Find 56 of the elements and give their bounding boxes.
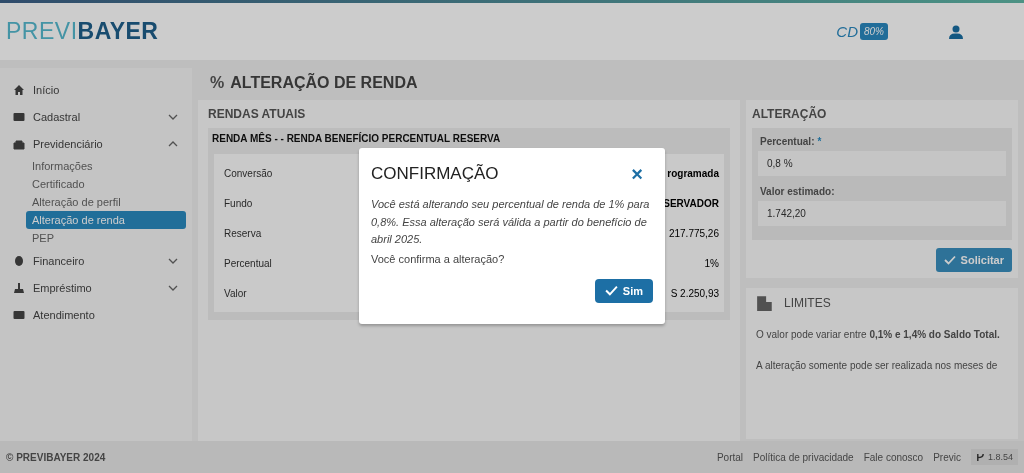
row-value: SERVADOR bbox=[663, 197, 719, 209]
sidebar-item[interactable]: Cadastral bbox=[0, 103, 192, 130]
row-value: 1% bbox=[704, 257, 719, 269]
footer-link[interactable]: Política de privacidade bbox=[753, 451, 854, 463]
footer-link[interactable]: Portal bbox=[716, 451, 744, 463]
check-icon bbox=[943, 255, 956, 265]
row-label: Fundo bbox=[224, 197, 253, 209]
chevron-icon bbox=[168, 140, 178, 147]
panel-title: LIMITES bbox=[784, 296, 831, 310]
input-field[interactable]: 0,8 % bbox=[758, 151, 1006, 176]
panel-title: ALTERAÇÃO bbox=[752, 105, 828, 123]
field-label: Percentual: bbox=[760, 136, 815, 147]
submenu-item[interactable]: Alteração de perfil bbox=[26, 193, 186, 211]
dialog-message: Você está alterando seu percentual de renda de 1% para 0,8%. Essa alteração será válida a partir do benefício de abril 2025. bbox=[371, 197, 651, 248]
sidebar-item[interactable]: Financeiro bbox=[0, 247, 192, 274]
sidebar-item[interactable]: Previdenciário bbox=[0, 130, 192, 157]
dialog-question: Você confirma a alteração? bbox=[371, 252, 506, 265]
sidebar-item[interactable]: Início bbox=[0, 76, 192, 103]
limits-text: O valor pode variar entre 0,1% e 1,4% do Saldo Total. bbox=[756, 328, 1001, 342]
dialog-title: CONFIRMAÇÃO bbox=[371, 164, 499, 184]
copyright: © PREVIBAYER 2024 bbox=[6, 451, 106, 463]
solicitar-button[interactable]: Solicitar bbox=[935, 248, 1012, 272]
page-title: ALTERAÇÃO DE RENDA bbox=[230, 74, 418, 92]
footer-link[interactable]: Previc bbox=[933, 451, 961, 463]
logo: PREVIBAYER bbox=[6, 18, 159, 45]
row-label: Valor bbox=[224, 287, 247, 299]
submenu-item[interactable]: Informações bbox=[26, 157, 186, 175]
version-badge: 1.8.54 bbox=[970, 449, 1018, 465]
panel-title: RENDAS ATUAIS bbox=[208, 106, 307, 123]
row-label: Reserva bbox=[224, 227, 262, 239]
user-icon[interactable] bbox=[948, 23, 964, 40]
sidebar-item[interactable]: Atendimento bbox=[0, 301, 192, 328]
row-label: Percentual bbox=[224, 257, 272, 269]
confirm-button[interactable]: Sim bbox=[594, 278, 653, 303]
field-label: Valor estimado: bbox=[760, 186, 835, 197]
sidebar-item[interactable]: Empréstimo bbox=[0, 274, 192, 301]
percent-icon: % bbox=[210, 74, 225, 92]
row-value: S 2.250,93 bbox=[670, 287, 719, 299]
submenu-item[interactable]: PEP bbox=[26, 229, 186, 247]
footer-link[interactable]: Fale conosco bbox=[863, 451, 924, 463]
chevron-icon bbox=[168, 113, 178, 120]
branch-icon bbox=[975, 452, 985, 462]
building-icon bbox=[756, 294, 774, 312]
chevron-icon bbox=[168, 284, 178, 291]
chevron-icon bbox=[168, 257, 178, 264]
card-title: RENDA MÊS - - RENDA BENEFÍCIO PERCENTUAL RESERVA bbox=[211, 131, 502, 146]
submenu-item[interactable]: Alteração de renda bbox=[26, 211, 186, 229]
input-field[interactable]: 1.742,20 bbox=[758, 201, 1006, 226]
check-icon bbox=[604, 285, 618, 297]
submenu-item[interactable]: Certificado bbox=[26, 175, 186, 193]
row-label: Conversão bbox=[224, 167, 273, 179]
required-mark: * bbox=[817, 136, 822, 147]
row-value: rogramada bbox=[667, 167, 719, 179]
row-value: 217.775,26 bbox=[668, 227, 719, 239]
close-button[interactable]: × bbox=[621, 164, 653, 184]
limits-text: A alteração somente pode ser realizada nos meses de bbox=[756, 359, 999, 373]
